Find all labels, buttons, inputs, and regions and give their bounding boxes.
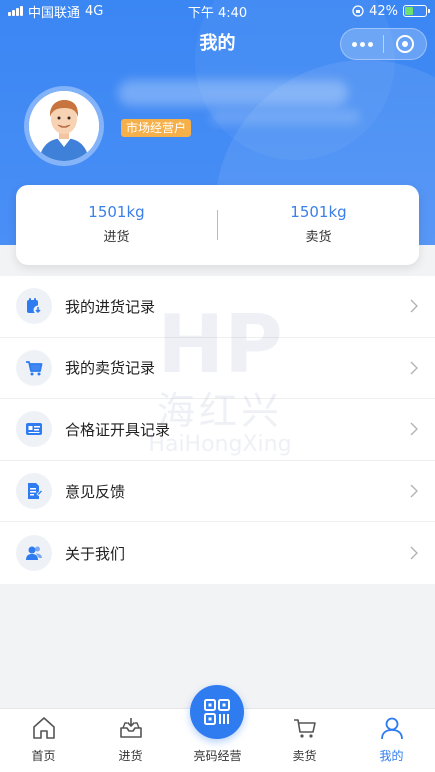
more-dots-icon — [351, 41, 373, 47]
menu-label: 关于我们 — [65, 544, 126, 563]
about-us-icon — [26, 546, 42, 561]
signal-icon — [8, 6, 23, 16]
chevron-right-icon — [410, 484, 418, 498]
stat-purchase[interactable]: 1501kg 进货 — [16, 201, 217, 249]
tab-me[interactable]: 我的 — [348, 709, 435, 772]
carrier-name: 中国联通 — [28, 5, 81, 21]
status-bar: 中国联通 4G 下午 4:40 42% — [0, 0, 435, 22]
cart-icon — [293, 719, 316, 738]
role-badge: 市场经营户 — [121, 119, 192, 137]
network-type: 4G — [85, 3, 104, 19]
battery-level — [405, 7, 414, 15]
menu-item-sales-records[interactable]: 我的卖货记录 — [0, 338, 435, 400]
rotation-lock-icon — [352, 5, 364, 17]
target-icon — [396, 35, 414, 53]
inbox-icon — [119, 718, 142, 738]
stat-sales[interactable]: 1501kg 卖货 — [218, 201, 419, 249]
purchase-record-icon — [27, 298, 43, 315]
tab-purchase[interactable]: 进货 — [87, 709, 174, 772]
tab-home[interactable]: 首页 — [0, 709, 87, 772]
clock: 下午 4:40 — [187, 5, 248, 21]
menu-list: 我的进货记录 我的卖货记录 合格证开具记录 意见反馈 关于我们 — [0, 276, 435, 584]
avatar[interactable] — [24, 86, 104, 166]
miniprogram-capsule — [340, 28, 427, 60]
more-button[interactable] — [341, 29, 383, 59]
menu-label: 我的卖货记录 — [65, 359, 156, 378]
tab-label: 卖货 — [292, 749, 317, 763]
tab-label: 亮码经营 — [193, 749, 242, 763]
certificate-icon — [26, 423, 42, 436]
blurred-username — [118, 80, 348, 106]
stat-value: 1501kg — [290, 203, 347, 221]
menu-item-feedback[interactable]: 意见反馈 — [0, 461, 435, 523]
chevron-right-icon — [410, 546, 418, 560]
tab-sales[interactable]: 卖货 — [261, 709, 348, 772]
sales-cart-icon — [26, 360, 43, 376]
menu-label: 我的进货记录 — [65, 297, 156, 316]
battery-icon — [403, 5, 430, 17]
menu-label: 合格证开具记录 — [65, 420, 171, 439]
user-avatar-illustration — [29, 91, 99, 161]
close-miniprogram-button[interactable] — [384, 29, 426, 59]
qr-code-icon — [204, 699, 230, 725]
menu-item-certificate-records[interactable]: 合格证开具记录 — [0, 399, 435, 461]
stat-label: 进货 — [103, 230, 130, 245]
feedback-icon — [28, 483, 43, 500]
stat-label: 卖货 — [305, 230, 332, 245]
battery-percent: 42% — [369, 3, 398, 19]
tab-label: 首页 — [31, 749, 56, 763]
tab-label: 我的 — [379, 749, 404, 763]
blurred-user-info — [210, 110, 360, 124]
scan-code-button[interactable] — [190, 685, 244, 739]
stats-card: 1501kg 进货 1501kg 卖货 — [16, 185, 419, 265]
menu-item-purchase-records[interactable]: 我的进货记录 — [0, 276, 435, 338]
menu-label: 意见反馈 — [65, 482, 126, 501]
user-icon — [380, 717, 403, 740]
chevron-right-icon — [410, 361, 418, 375]
home-icon — [32, 717, 55, 739]
chevron-right-icon — [410, 423, 418, 436]
stat-value: 1501kg — [88, 203, 145, 221]
tab-label: 进货 — [118, 749, 143, 763]
chevron-right-icon — [410, 299, 418, 313]
menu-item-about-us[interactable]: 关于我们 — [0, 522, 435, 584]
